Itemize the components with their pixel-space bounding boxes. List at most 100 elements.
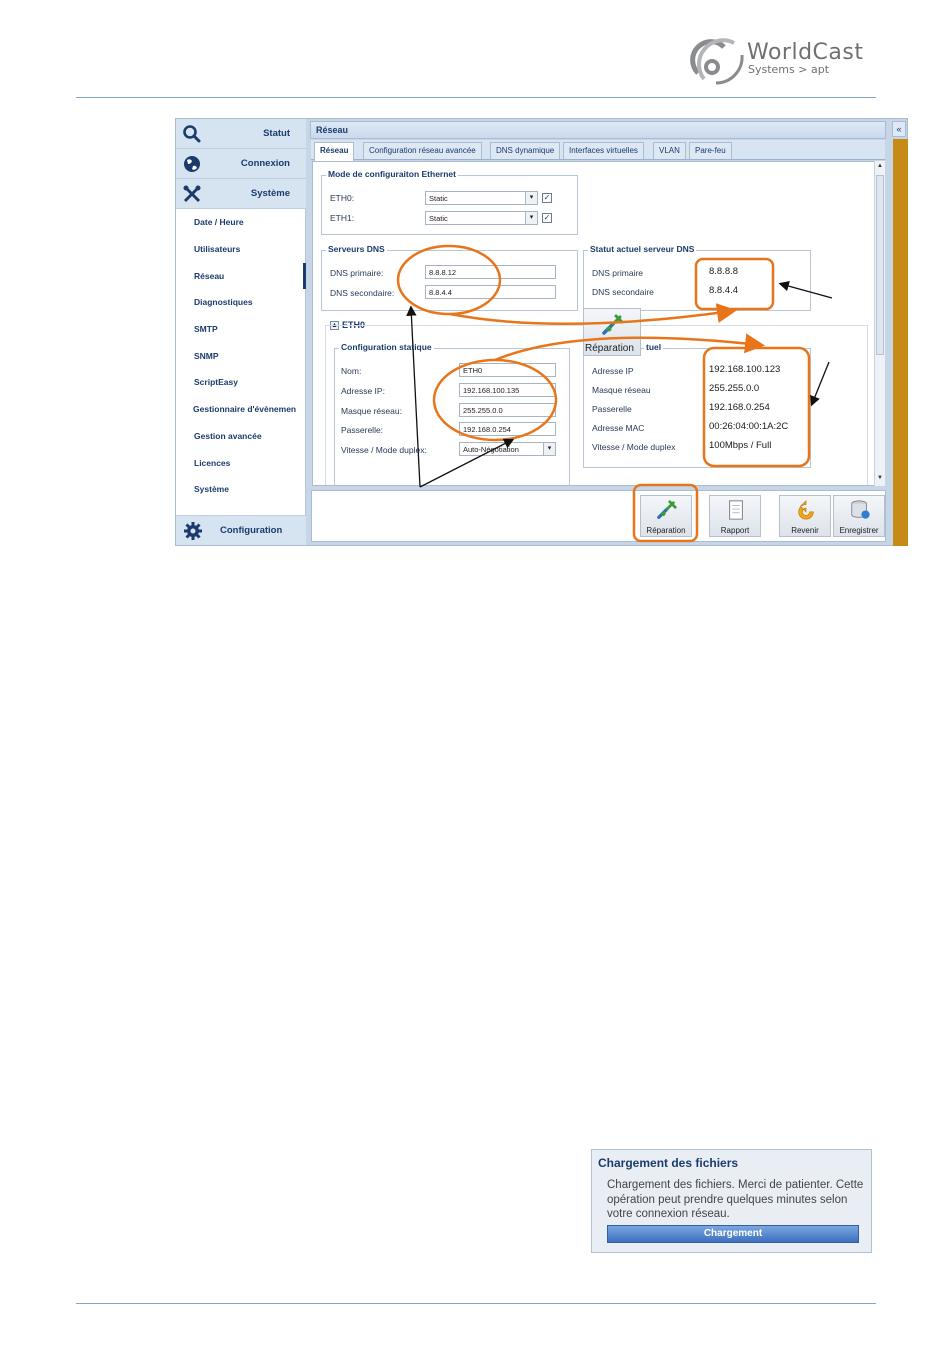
eth0-speed-value: Auto-Négotiation <box>463 445 519 454</box>
tab-vlan[interactable]: VLAN <box>653 142 686 159</box>
eth0-speed-label: Vitesse / Mode duplex: <box>341 445 427 455</box>
sidebar-item-utilisateurs[interactable]: Utilisateurs <box>194 244 240 254</box>
sidebar-section-connexion[interactable]: Connexion <box>176 149 306 179</box>
eth0-status-gateway-label: Passerelle <box>592 404 632 414</box>
eth0-status-speed-label: Vitesse / Mode duplex <box>592 442 676 452</box>
eth0-status-ip-label: Adresse IP <box>592 366 634 376</box>
repair-popup-label: Réparation <box>585 343 634 354</box>
eth1-mode-value: Static <box>429 214 448 223</box>
eth0-ip-input[interactable]: 192.168.100.135 <box>459 383 556 397</box>
eth0-gateway-input[interactable]: 192.168.0.254 <box>459 422 556 436</box>
logo-apt: apt <box>810 63 830 76</box>
eth0-static-config-group: Configuration statique Nom: ETH0 Adresse… <box>334 342 570 485</box>
dns-primary-label: DNS primaire: <box>330 268 384 278</box>
repair-button[interactable]: Réparation <box>640 495 692 537</box>
tab-dns-dynamique[interactable]: DNS dynamique <box>490 142 561 159</box>
scroll-down-icon[interactable]: ▼ <box>877 475 883 481</box>
eth0-static-legend: Configuration statique <box>339 342 434 352</box>
eth0-status-mac-label: Adresse MAC <box>592 423 645 433</box>
eth0-name-label: Nom: <box>341 366 362 376</box>
sidebar-item-diagnostiques[interactable]: Diagnostiques <box>194 297 253 307</box>
dns-status-secondary-label: DNS secondaire <box>592 287 654 297</box>
eth1-mode-label: ETH1: <box>330 213 355 223</box>
ethernet-mode-group: Mode de configuraiton Ethernet ETH0: Sta… <box>321 169 578 235</box>
eth0-ip-label: Adresse IP: <box>341 386 385 396</box>
eth1-enable-checkbox[interactable]: ✓ <box>542 213 552 223</box>
eth0-speed-select[interactable]: Auto-Négotiation ▾ <box>459 442 556 456</box>
header-divider <box>76 97 876 98</box>
sidebar-item-date-heure[interactable]: Date / Heure <box>194 217 244 227</box>
gear-icon <box>184 522 202 540</box>
dns-status-primary-value: 8.8.8.8 <box>709 266 739 277</box>
ethernet-mode-legend: Mode de configuraiton Ethernet <box>326 169 458 179</box>
chevron-down-icon: ▾ <box>525 212 537 224</box>
globe-icon <box>184 156 200 172</box>
dns-secondary-input[interactable]: 8.8.4.4 <box>425 285 556 299</box>
save-button[interactable]: Enregistrer <box>833 495 885 537</box>
save-button-label: Enregistrer <box>839 526 879 535</box>
repair-button-label: Réparation <box>646 526 686 535</box>
eth0-mask-label: Masque réseau: <box>341 406 402 416</box>
sidebar: Statut Connexion Système Date / Heure Ut… <box>176 119 306 545</box>
sidebar-item-gestion-avancee[interactable]: Gestion avancée <box>194 431 262 441</box>
sidebar-section-statut[interactable]: Statut <box>176 119 306 149</box>
eth0-enable-checkbox[interactable]: ✓ <box>542 193 552 203</box>
dns-primary-input[interactable]: 8.8.8.12 <box>425 265 556 279</box>
undo-arrow-icon <box>798 499 814 520</box>
sidebar-selection-indicator <box>303 263 306 289</box>
sidebar-item-reseau[interactable]: Réseau <box>194 271 224 281</box>
logo-arrow: > <box>798 63 808 76</box>
eth0-current-status-group: tuel Adresse IP 192.168.100.123 Masque r… <box>583 342 811 468</box>
sidebar-item-scripteasy[interactable]: ScriptEasy <box>194 377 238 387</box>
sidebar-item-systeme[interactable]: Système <box>194 484 229 494</box>
eth0-mask-input[interactable]: 255.255.0.0 <box>459 403 556 417</box>
dns-status-legend: Statut actuel serveur DNS <box>588 244 697 254</box>
eth0-mode-value: Static <box>429 194 448 203</box>
wrench-plug-icon <box>657 500 677 519</box>
tab-interfaces-virtuelles[interactable]: Interfaces virtuelles <box>563 142 644 159</box>
sidebar-section-label: Statut <box>263 128 290 139</box>
sidebar-section-configuration[interactable]: Configuration <box>176 515 306 545</box>
sidebar-section-label: Connexion <box>240 158 290 169</box>
tab-configuration-avancee[interactable]: Configuration réseau avancée <box>363 142 482 159</box>
revert-button-label: Revenir <box>791 526 819 535</box>
scroll-up-icon[interactable]: ▲ <box>877 163 883 169</box>
content-scrollbar[interactable]: ▲ ▼ <box>874 161 885 486</box>
eth0-status-legend: tuel <box>644 342 664 352</box>
tools-icon <box>183 185 201 203</box>
action-toolbar: Réparation Rapport Revenir Enregistrer <box>311 490 886 542</box>
eth0-mode-label: ETH0: <box>330 193 355 203</box>
eth1-mode-select[interactable]: Static ▾ <box>425 211 538 225</box>
eth0-status-ip-value: 192.168.100.123 <box>709 364 781 375</box>
eth0-status-mac-value: 00:26:04:00:1A:2C <box>709 421 789 432</box>
panel-header: Réseau <box>310 121 886 139</box>
eth0-status-gateway-value: 192.168.0.254 <box>709 402 770 413</box>
chevron-down-icon: ▾ <box>525 192 537 204</box>
repair-popup[interactable]: Réparation <box>583 308 641 356</box>
dns-secondary-label: DNS secondaire: <box>330 288 395 298</box>
sidebar-item-gestionnaire-evenements[interactable]: Gestionnaire d'évènemen <box>193 404 296 414</box>
document-icon <box>729 500 743 520</box>
sidebar-item-snmp[interactable]: SNMP <box>194 351 219 361</box>
eth0-mode-select[interactable]: Static ▾ <box>425 191 538 205</box>
loading-dialog-title: Chargement des fichiers <box>598 1156 739 1170</box>
wrench-plug-icon <box>602 314 624 335</box>
sidebar-item-licences[interactable]: Licences <box>194 458 230 468</box>
panel-title: Réseau <box>316 125 349 135</box>
report-button[interactable]: Rapport <box>709 495 761 537</box>
tab-pare-feu[interactable]: Pare-feu <box>689 142 732 159</box>
dns-status-group: Statut actuel serveur DNS DNS primaire 8… <box>583 244 811 311</box>
footer-divider <box>76 1303 876 1304</box>
sidebar-item-smtp[interactable]: SMTP <box>194 324 218 334</box>
collapse-panel-button[interactable]: « <box>892 121 906 137</box>
dns-servers-group: Serveurs DNS DNS primaire: 8.8.8.12 DNS … <box>321 244 578 311</box>
sidebar-section-systeme[interactable]: Système <box>176 179 306 209</box>
tab-reseau[interactable]: Réseau <box>314 142 355 161</box>
revert-button[interactable]: Revenir <box>779 495 831 537</box>
sidebar-section-label: Configuration <box>220 525 283 536</box>
logo-subline-text: Systems <box>748 63 795 76</box>
scroll-thumb[interactable] <box>876 175 884 355</box>
eth0-status-mask-label: Masque réseau <box>592 385 651 395</box>
eth0-name-input[interactable]: ETH0 <box>459 363 556 377</box>
search-icon <box>183 125 201 143</box>
